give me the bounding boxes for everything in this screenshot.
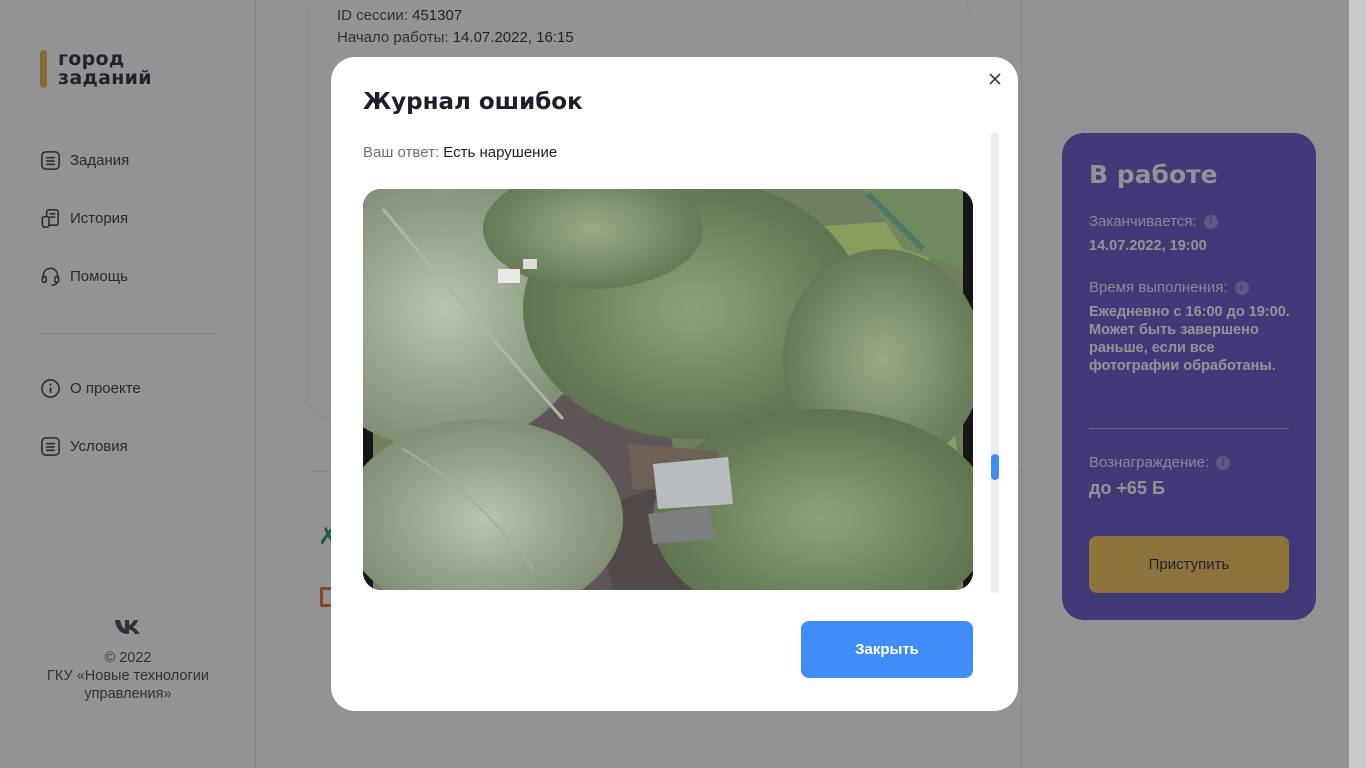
modal-scrollbar-thumb[interactable] — [991, 454, 999, 480]
modal-body[interactable]: Ваш ответ: Есть нарушение — [363, 132, 973, 593]
modal-title: Журнал ошибок — [363, 89, 583, 115]
answer-label: Ваш ответ: — [363, 144, 440, 161]
photo-image — [363, 189, 973, 590]
close-button[interactable]: Закрыть — [801, 621, 973, 678]
close-icon[interactable] — [986, 70, 1004, 88]
error-log-modal: Журнал ошибок Ваш ответ: Есть нарушение — [331, 57, 1018, 711]
aerial-camera-photo — [363, 189, 973, 590]
answer-value: Есть нарушение — [443, 144, 558, 161]
answer-row: Ваш ответ: Есть нарушение — [363, 144, 557, 161]
modal-scrollbar[interactable] — [991, 132, 999, 593]
page-scrollbar[interactable] — [1349, 0, 1366, 768]
